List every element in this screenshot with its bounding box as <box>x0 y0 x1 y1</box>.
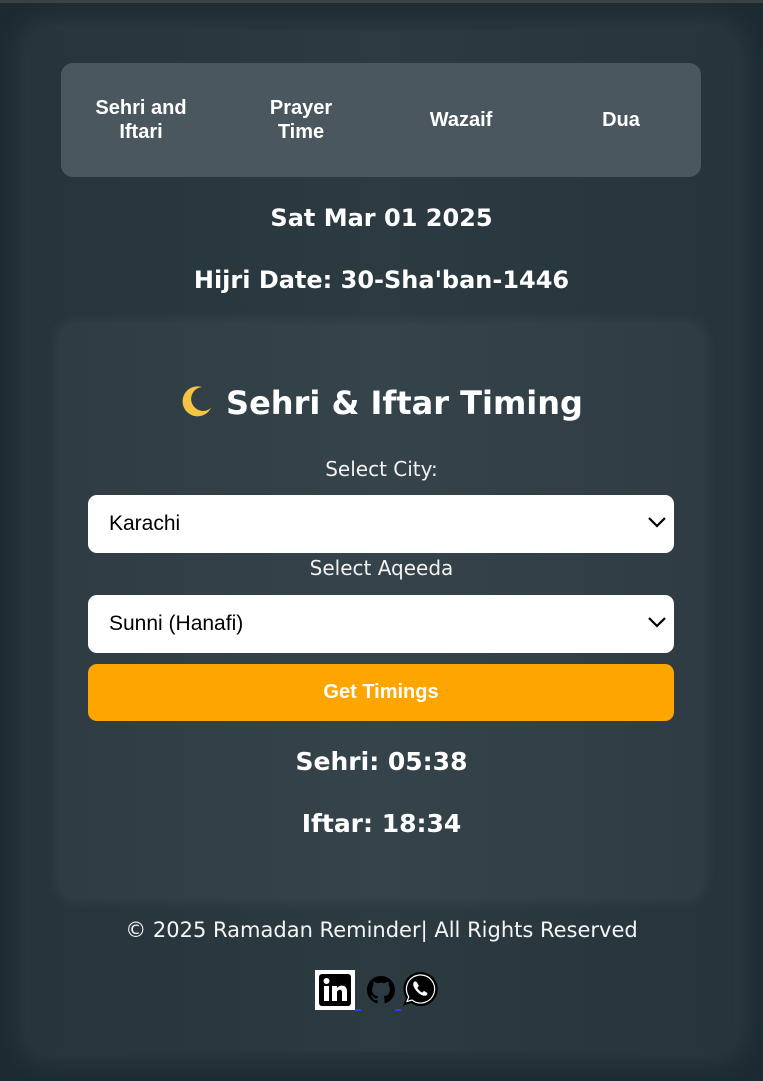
linkedin-icon <box>315 970 355 1010</box>
github-link[interactable] <box>367 976 395 1008</box>
nav-item-prayer-time[interactable]: Prayer Time <box>221 96 381 144</box>
aqeeda-label: Select Aqeeda <box>309 556 454 580</box>
whatsapp-link[interactable] <box>401 970 439 1012</box>
top-border <box>0 0 763 3</box>
aqeeda-select[interactable]: Sunni (Hanafi) <box>88 595 674 653</box>
nav-item-sehri-iftari[interactable]: Sehri and Iftari <box>61 96 221 144</box>
card-title-text: Sehri & Iftar Timing <box>226 384 583 422</box>
linkedin-link[interactable] <box>315 970 355 1014</box>
footer-text: © 2025 Ramadan Reminder| All Rights Rese… <box>125 918 638 942</box>
iftar-time: Iftar: 18:34 <box>301 809 462 838</box>
city-select-value: Karachi <box>109 512 181 535</box>
whatsapp-icon <box>403 971 438 1006</box>
aqeeda-select-value: Sunni (Hanafi) <box>109 612 244 635</box>
crescent-moon-icon <box>182 386 212 417</box>
city-select[interactable]: Karachi <box>88 495 674 553</box>
link-underline <box>355 1009 361 1011</box>
nav-item-dua[interactable]: Dua <box>541 108 701 132</box>
nav-item-wazaif[interactable]: Wazaif <box>381 108 541 132</box>
hijri-date: Hijri Date: 30-Sha'ban-1446 <box>193 266 570 294</box>
social-links <box>315 970 439 1012</box>
city-label: Select City: <box>325 457 438 481</box>
chevron-down-icon <box>648 617 666 628</box>
card-title: Sehri & Iftar Timing <box>0 380 763 426</box>
gregorian-date: Sat Mar 01 2025 <box>270 204 493 232</box>
github-icon <box>367 976 395 1004</box>
sehri-time: Sehri: 05:38 <box>295 747 468 776</box>
nav-bar: Sehri and Iftari Prayer Time Wazaif Dua <box>61 63 701 177</box>
chevron-down-icon <box>648 517 666 528</box>
get-timings-button[interactable]: Get Timings <box>88 664 674 721</box>
